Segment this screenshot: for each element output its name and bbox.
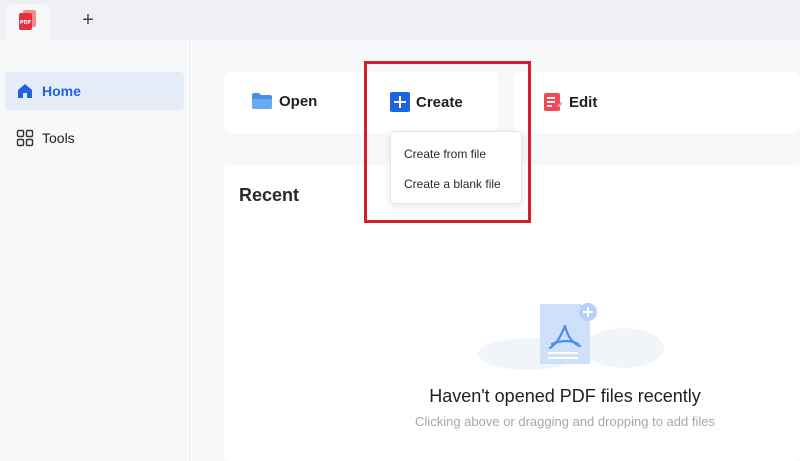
home-icon	[16, 82, 34, 100]
pdf-app-icon: PDF	[17, 9, 39, 36]
recent-title: Recent	[239, 185, 300, 205]
open-label: Open	[279, 92, 318, 110]
empty-state-illustration	[476, 298, 666, 370]
edit-button[interactable]: Edit	[543, 92, 597, 112]
edit-document-icon	[543, 92, 563, 112]
sidebar-item-label: Tools	[42, 130, 75, 146]
highlight-box	[364, 61, 531, 223]
open-button[interactable]: Open	[251, 92, 317, 110]
svg-text:PDF: PDF	[20, 20, 31, 26]
sidebar-item-home[interactable]: Home	[5, 72, 184, 110]
folder-icon	[251, 92, 273, 110]
sidebar: Home Tools	[0, 40, 191, 461]
empty-state-title: Haven't opened PDF files recently	[429, 386, 701, 406]
sidebar-item-tools[interactable]: Tools	[5, 119, 184, 157]
app-tab[interactable]: PDF	[6, 4, 50, 40]
sidebar-item-label: Home	[42, 83, 81, 99]
tab-strip: PDF +	[0, 0, 800, 40]
empty-state-subtitle: Clicking above or dragging and dropping …	[415, 414, 715, 429]
edit-label: Edit	[569, 93, 598, 111]
new-tab-button[interactable]: +	[76, 8, 100, 32]
grid-icon	[16, 129, 34, 147]
